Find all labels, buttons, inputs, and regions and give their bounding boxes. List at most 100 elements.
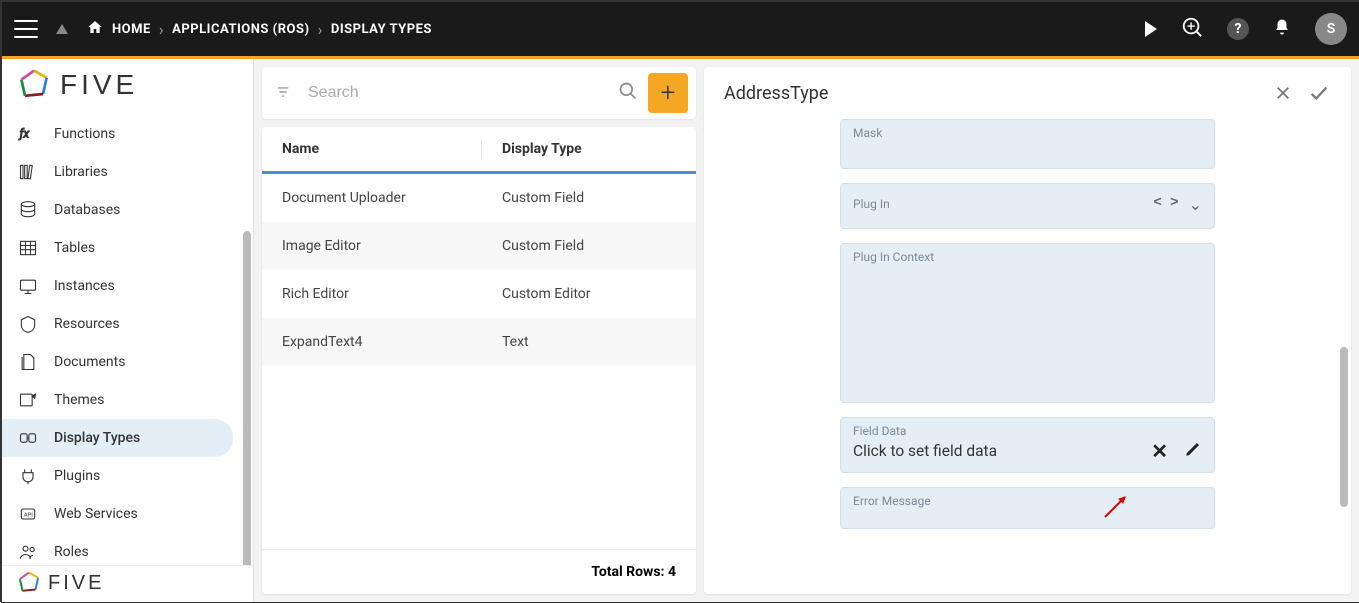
tables-icon (16, 237, 40, 259)
edit-icon[interactable] (1184, 440, 1202, 462)
sidebar-item-label: Functions (54, 126, 115, 142)
sidebar-item-documents[interactable]: Documents (2, 343, 233, 381)
crumb-display-types[interactable]: DISPLAY TYPES (331, 22, 432, 37)
inspect-button[interactable] (1181, 16, 1203, 42)
table-header: Name Display Type (262, 127, 696, 174)
brand-logo: FIVE (2, 59, 253, 111)
search-input[interactable] (308, 84, 618, 102)
avatar[interactable]: S (1315, 13, 1347, 45)
arrow-up-icon (56, 24, 68, 34)
five-logo-icon (16, 570, 42, 596)
topbar: HOME › APPLICATIONS (ROS) › DISPLAY TYPE… (2, 2, 1359, 56)
sidebar-scrollbar[interactable] (243, 231, 251, 565)
sidebar-item-display-types[interactable]: Display Types (2, 419, 233, 457)
save-button[interactable] (1307, 81, 1331, 105)
resources-icon (16, 313, 40, 335)
error-message-field[interactable]: Error Message (840, 487, 1215, 529)
sidebar-item-databases[interactable]: Databases (2, 191, 233, 229)
table-body: Document UploaderCustom FieldImage Edito… (262, 174, 696, 549)
annotation-arrow (1101, 489, 1133, 525)
field-data-value: Click to set field data (853, 442, 997, 460)
sidebar-item-label: Tables (54, 240, 95, 256)
field-data-field[interactable]: Field Data Click to set field data ✕ (840, 417, 1215, 473)
table-row[interactable]: Rich EditorCustom Editor (262, 270, 696, 318)
sidebar-item-resources[interactable]: Resources (2, 305, 233, 343)
chevron-down-icon[interactable]: ⌄ (1189, 195, 1202, 214)
themes-icon (16, 389, 40, 411)
play-icon (1145, 21, 1157, 37)
sidebar-item-themes[interactable]: Themes (2, 381, 233, 419)
sidebar: FIVE ƒxFunctions Libraries Databases Tables… (2, 59, 254, 602)
sidebar-item-web-services[interactable]: API Web Services (2, 495, 233, 533)
documents-icon (16, 351, 40, 373)
home-icon (86, 19, 104, 39)
instances-icon (16, 275, 40, 297)
clear-icon[interactable]: ✕ (1151, 441, 1168, 461)
sidebar-item-label: Roles (54, 544, 89, 560)
sidebar-item-label: Display Types (54, 430, 140, 446)
code-icon[interactable]: < > (1153, 195, 1178, 214)
mask-field[interactable]: Mask (840, 119, 1215, 169)
sidebar-item-label: Resources (54, 316, 120, 332)
web-services-icon: API (16, 503, 40, 525)
cell-name: Image Editor (262, 238, 482, 254)
plugin-field[interactable]: Plug In < > ⌄ (840, 183, 1215, 229)
cell-name: Rich Editor (262, 286, 482, 302)
column-header-name[interactable]: Name (262, 141, 482, 157)
cell-name: ExpandText4 (262, 334, 482, 350)
search-icon[interactable] (618, 81, 638, 105)
cell-type: Custom Field (482, 190, 696, 206)
search-bar: + (262, 67, 696, 119)
list-table: Name Display Type Document UploaderCusto… (262, 127, 696, 594)
filter-icon[interactable] (274, 84, 294, 103)
column-header-type[interactable]: Display Type (482, 141, 696, 157)
detail-panel: AddressType Mask Plug In < > ⌄ (704, 59, 1359, 602)
sidebar-item-label: Databases (54, 202, 120, 218)
cell-type: Text (482, 334, 696, 350)
sidebar-item-label: Libraries (54, 164, 108, 180)
sidebar-item-label: Documents (54, 354, 125, 370)
cell-type: Custom Editor (482, 286, 696, 302)
detail-title: AddressType (724, 83, 828, 104)
menu-toggle[interactable] (14, 20, 38, 38)
sidebar-item-roles[interactable]: Roles (2, 533, 233, 565)
sidebar-item-label: Web Services (54, 506, 138, 522)
five-logo-icon (16, 67, 52, 103)
sidebar-item-instances[interactable]: Instances (2, 267, 233, 305)
detail-scrollbar[interactable] (1340, 347, 1348, 507)
sidebar-item-plugins[interactable]: Plugins (2, 457, 233, 495)
chevron-right-icon: › (318, 20, 323, 39)
table-row[interactable]: Image EditorCustom Field (262, 222, 696, 270)
brand-name: FIVE (60, 69, 138, 101)
sidebar-item-functions[interactable]: ƒxFunctions (2, 115, 233, 153)
plugins-icon (16, 465, 40, 487)
brand-footer: FIVE (2, 565, 253, 602)
close-button[interactable] (1271, 81, 1295, 105)
detail-header: AddressType (704, 67, 1351, 119)
field-label: Error Message (853, 494, 1202, 508)
cell-type: Custom Field (482, 238, 696, 254)
sidebar-item-libraries[interactable]: Libraries (2, 153, 233, 191)
list-panel: + Name Display Type Document UploaderCus… (254, 59, 704, 602)
sidebar-item-tables[interactable]: Tables (2, 229, 233, 267)
nav-list: ƒxFunctions Libraries Databases Tables Insta… (2, 111, 253, 565)
add-button[interactable]: + (648, 73, 688, 113)
nav-up[interactable] (56, 24, 68, 34)
run-button[interactable] (1145, 21, 1157, 37)
crumb-home[interactable]: HOME (112, 22, 151, 37)
field-label: Mask (853, 126, 1202, 140)
table-row[interactable]: Document UploaderCustom Field (262, 174, 696, 222)
cell-name: Document Uploader (262, 190, 482, 206)
help-button[interactable]: ? (1227, 18, 1249, 40)
sidebar-item-label: Themes (54, 392, 104, 408)
table-footer: Total Rows: 4 (262, 549, 696, 594)
plugin-context-field[interactable]: Plug In Context (840, 243, 1215, 403)
notifications-button[interactable] (1273, 17, 1291, 41)
display-types-icon (16, 427, 40, 449)
table-row[interactable]: ExpandText4Text (262, 318, 696, 366)
field-label: Plug In Context (853, 250, 1202, 264)
crumb-applications[interactable]: APPLICATIONS (ROS) (172, 22, 309, 37)
roles-icon (16, 541, 40, 563)
svg-text:API: API (24, 513, 33, 519)
sidebar-item-label: Instances (54, 278, 115, 294)
